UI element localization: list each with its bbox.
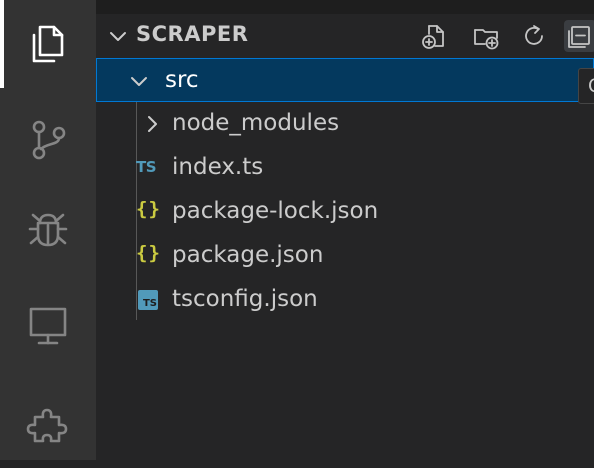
files-icon	[32, 25, 64, 63]
workspace-title: SCRAPER	[136, 22, 249, 46]
refresh-button[interactable]	[518, 20, 550, 52]
tree-item-package-lock-json[interactable]: {} package-lock.json	[96, 190, 594, 234]
chevron-right-icon[interactable]	[142, 114, 162, 134]
collapse-all-button[interactable]	[564, 20, 594, 52]
json-file-icon: {}	[136, 198, 161, 220]
tree-item-label: src	[165, 67, 199, 93]
activity-extensions[interactable]	[0, 380, 96, 468]
tooltip-text: C	[588, 75, 594, 97]
explorer-header[interactable]: SCRAPER	[96, 14, 594, 58]
new-file-icon	[422, 25, 444, 49]
bug-icon	[28, 213, 68, 247]
chevron-down-icon[interactable]	[108, 26, 128, 46]
chevron-down-icon[interactable]	[129, 71, 149, 91]
top-strip	[96, 0, 594, 14]
tree-item-tsconfig-json[interactable]: TS tsconfig.json	[96, 278, 594, 322]
tree-item-package-json[interactable]: {} package.json	[96, 234, 594, 278]
tooltip: C	[578, 68, 594, 104]
activity-run-debug[interactable]	[0, 184, 96, 272]
tree-item-src[interactable]: src	[96, 58, 594, 102]
tree-item-label: package.json	[172, 242, 324, 268]
activity-bar	[0, 0, 96, 460]
activity-source-control[interactable]	[0, 96, 96, 184]
new-folder-button[interactable]	[470, 20, 502, 52]
tree-item-label: package-lock.json	[172, 198, 379, 224]
tree-item-node-modules[interactable]: node_modules	[96, 102, 594, 146]
activity-remote-explorer[interactable]	[0, 282, 96, 370]
tree-item-index-ts[interactable]: TS index.ts	[96, 146, 594, 190]
new-folder-icon	[474, 29, 499, 50]
collapse-all-icon	[568, 26, 590, 48]
typescript-file-icon: TS	[136, 158, 157, 176]
activity-explorer[interactable]	[0, 0, 96, 88]
tree-item-label: node_modules	[172, 110, 340, 136]
refresh-icon	[525, 25, 543, 45]
source-control-icon	[32, 120, 66, 160]
monitor-icon	[29, 307, 67, 345]
tsconfig-icon-text: TS	[142, 298, 157, 309]
json-file-icon: {}	[136, 242, 161, 264]
tree-item-label: index.ts	[172, 154, 264, 180]
puzzle-icon	[26, 408, 68, 443]
new-file-button[interactable]	[418, 20, 450, 52]
tree-item-label: tsconfig.json	[172, 286, 318, 312]
tsconfig-file-icon: TS	[138, 290, 158, 310]
